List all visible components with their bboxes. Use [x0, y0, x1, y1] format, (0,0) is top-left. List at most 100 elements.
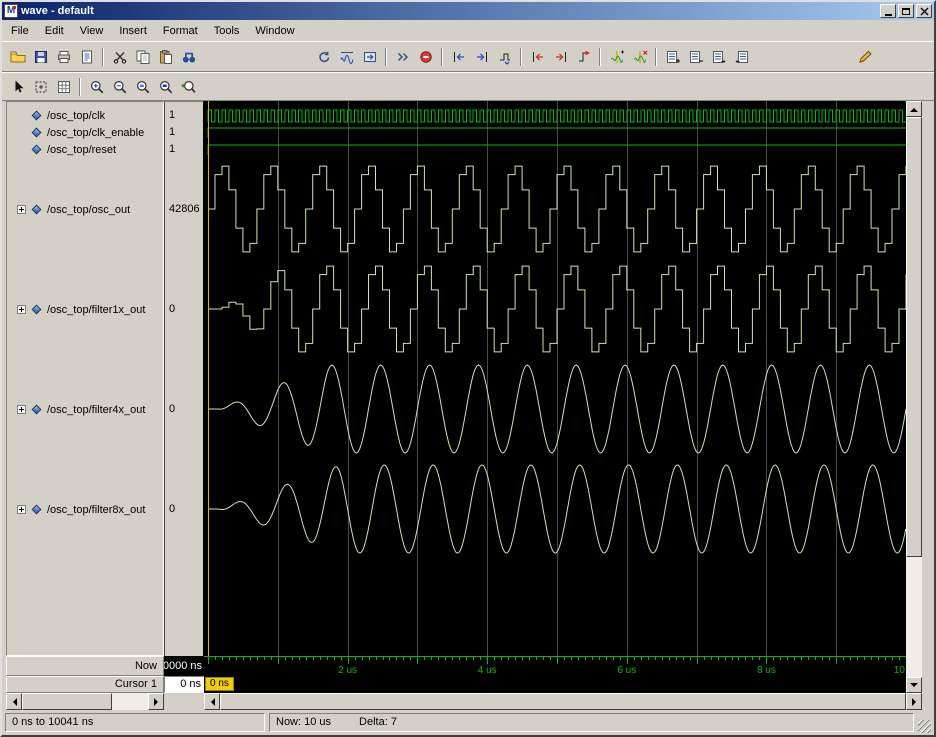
scroll-left-button[interactable] [204, 693, 220, 710]
zoom-in-button[interactable] [85, 75, 108, 98]
collapse-all-button[interactable] [684, 45, 707, 68]
signal-row[interactable]: /osc_top/filter8x_out [7, 502, 163, 517]
signal-row[interactable]: /osc_top/reset [7, 142, 163, 157]
expand-toggle-icon[interactable] [17, 305, 26, 314]
cursor-time-flag[interactable]: 0 ns [205, 677, 234, 691]
open-button[interactable] [6, 45, 29, 68]
wave-horizontal-scrollbar[interactable] [204, 693, 922, 710]
timeline-label: 8 us [757, 665, 776, 676]
menu-window[interactable]: Window [247, 22, 302, 40]
signal-name[interactable]: /osc_top/filter1x_out [47, 304, 145, 316]
find-rising-edge-button[interactable] [572, 45, 595, 68]
cursor-row[interactable]: Cursor 1 0 ns [6, 676, 204, 693]
zoom-range-button[interactable] [154, 75, 177, 98]
expand-toggle-icon[interactable] [17, 405, 26, 414]
paste-button[interactable] [154, 45, 177, 68]
zoom-out-button[interactable] [108, 75, 131, 98]
delete-cursor-button[interactable] [628, 45, 651, 68]
run-all-button[interactable] [391, 45, 414, 68]
find-button[interactable] [177, 45, 200, 68]
maximize-button[interactable] [898, 4, 914, 18]
signal-row[interactable]: /osc_top/osc_out [7, 202, 163, 217]
signal-row[interactable]: /osc_top/clk_enable [7, 125, 163, 140]
signal-row[interactable]: /osc_top/clk [7, 108, 163, 123]
fallR-icon [555, 51, 566, 62]
menu-file[interactable]: File [3, 22, 37, 40]
right-arrow-icon [153, 697, 162, 706]
toolbar-separator [102, 47, 104, 66]
signal-names-panel[interactable]: /osc_top/clk/osc_top/clk_enable/osc_top/… [6, 101, 164, 656]
signal-row[interactable]: /osc_top/filter4x_out [7, 402, 163, 417]
collapse-selected-button[interactable] [730, 45, 753, 68]
scissors-icon [113, 51, 126, 64]
signal-name[interactable]: /osc_top/filter8x_out [47, 504, 145, 516]
menu-tools[interactable]: Tools [206, 22, 248, 40]
continue-run-button[interactable] [358, 45, 381, 68]
save-format-button[interactable] [29, 45, 52, 68]
find-prev-transition-button[interactable] [447, 45, 470, 68]
zoom-area-mode-button[interactable] [29, 75, 52, 98]
expand-selected-button[interactable] [707, 45, 730, 68]
signal-row[interactable]: /osc_top/filter1x_out [7, 302, 163, 317]
signal-name[interactable]: /osc_top/reset [47, 144, 116, 156]
signal-name[interactable]: /osc_top/clk_enable [47, 127, 144, 139]
print-button[interactable] [52, 45, 75, 68]
menu-format[interactable]: Format [155, 22, 206, 40]
run-button[interactable] [335, 45, 358, 68]
horizontal-scroll-thumb[interactable] [220, 693, 906, 710]
break-button[interactable] [414, 45, 437, 68]
zoom-full-button[interactable] [131, 75, 154, 98]
find-next-edge-button[interactable] [549, 45, 572, 68]
scroll-up-button[interactable] [906, 101, 922, 117]
menu-edit[interactable]: Edit [37, 22, 72, 40]
close-button[interactable] [916, 4, 932, 18]
cursor-track[interactable]: 0 ns [204, 676, 906, 693]
scroll-track[interactable] [22, 693, 148, 710]
wave-display[interactable] [204, 101, 906, 656]
scroll-right-button[interactable] [906, 693, 922, 710]
expand-toggle-icon[interactable] [17, 205, 26, 214]
copy-button[interactable] [131, 45, 154, 68]
up-arrow-icon [910, 104, 918, 112]
signal-values-panel[interactable]: 1 1 1 42806 0 0 0 [164, 101, 204, 656]
names-horizontal-scrollbar[interactable] [6, 693, 164, 710]
write-report-button[interactable] [75, 45, 98, 68]
scroll-down-button[interactable] [906, 677, 922, 693]
find-event-button[interactable] [493, 45, 516, 68]
menu-insert[interactable]: Insert [111, 22, 155, 40]
expand-all-button[interactable] [661, 45, 684, 68]
waveform-canvas[interactable] [204, 101, 906, 656]
find-next-transition-button[interactable] [470, 45, 493, 68]
menu-view[interactable]: View [72, 22, 112, 40]
scroll-right-button[interactable] [148, 693, 164, 710]
cut-button[interactable] [108, 45, 131, 68]
pan-mode-button[interactable] [52, 75, 75, 98]
resize-grip[interactable] [918, 720, 931, 733]
vertical-scroll-thumb[interactable] [906, 117, 922, 557]
expand-toggle-icon[interactable] [17, 505, 26, 514]
signal-diamond-icon [31, 304, 42, 315]
edgeS-icon [499, 53, 510, 65]
restart-button[interactable] [312, 45, 335, 68]
run-icon [339, 51, 354, 64]
cursor-label[interactable]: Cursor 1 [6, 676, 164, 693]
signal-name[interactable]: /osc_top/osc_out [47, 204, 130, 216]
minimize-button[interactable] [880, 4, 896, 18]
scroll-track[interactable] [220, 693, 906, 710]
zoom-cursor-button[interactable] [177, 75, 200, 98]
wave-vertical-scrollbar[interactable] [906, 101, 922, 693]
horizontal-scroll-thumb[interactable] [22, 693, 112, 710]
cont-icon [363, 51, 376, 62]
title-bar[interactable]: wave - default [2, 2, 934, 20]
scroll-left-button[interactable] [6, 693, 22, 710]
add-cursor-button[interactable] [605, 45, 628, 68]
edit-mode-button[interactable] [853, 45, 876, 68]
magR-icon [159, 80, 172, 93]
signal-name[interactable]: /osc_top/filter4x_out [47, 404, 145, 416]
timeline-label: 4 us [478, 665, 497, 676]
listR-icon [712, 50, 725, 63]
toolbar-main [2, 41, 934, 72]
select-mode-button[interactable] [6, 75, 29, 98]
signal-name[interactable]: /osc_top/clk [47, 110, 105, 122]
find-prev-edge-button[interactable] [526, 45, 549, 68]
